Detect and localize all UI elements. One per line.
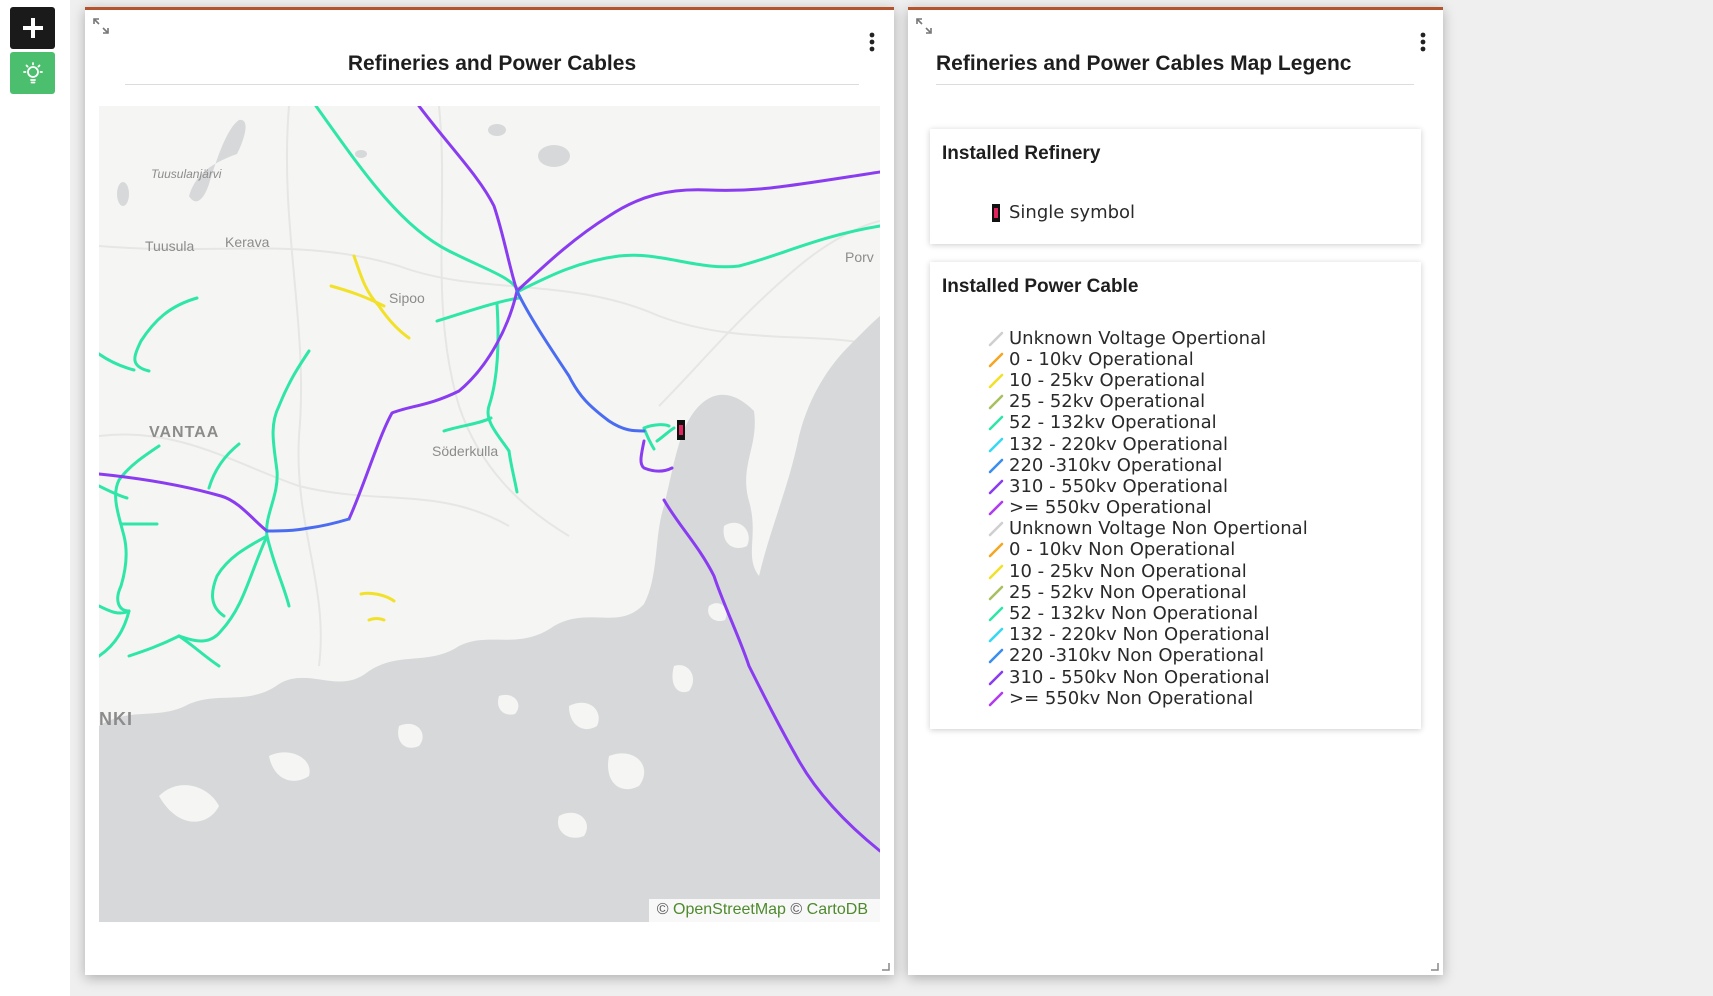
legend-panel: Refineries and Power Cables Map Legenc I… bbox=[908, 7, 1443, 975]
legend-label: 10 - 25kv Non Operational bbox=[1009, 560, 1247, 582]
place-label-vantaa: VANTAA bbox=[149, 424, 219, 441]
legend-item: 0 - 10kv Non Operational bbox=[987, 540, 1308, 561]
legend-item: 310 - 550kv Non Operational bbox=[987, 667, 1308, 688]
legend-label: Unknown Voltage Opertional bbox=[1009, 327, 1267, 349]
place-label-tuusulanjarvi: Tuusulanjärvi bbox=[151, 167, 222, 181]
expand-icon[interactable] bbox=[91, 16, 111, 36]
attribution-prefix: © bbox=[656, 901, 673, 918]
legend-item: 132 - 220kv Non Operational bbox=[987, 625, 1308, 646]
expand-icon[interactable] bbox=[914, 16, 934, 36]
line-symbol-icon bbox=[988, 500, 1004, 516]
line-symbol-icon bbox=[988, 691, 1004, 707]
legend-item: Single symbol bbox=[987, 202, 1135, 223]
legend-item: 25 - 52kv Non Operational bbox=[987, 582, 1308, 603]
place-label-porvoo: Porv bbox=[845, 249, 874, 265]
legend-label: 220 -310kv Operational bbox=[1009, 454, 1223, 476]
legend-item: 0 - 10kv Operational bbox=[987, 349, 1308, 370]
legend-item: 10 - 25kv Non Operational bbox=[987, 561, 1308, 582]
legend-label: >= 550kv Operational bbox=[1009, 497, 1212, 519]
line-symbol-icon bbox=[988, 352, 1004, 368]
cable-legend-card: Installed Power Cable Unknown Voltage Op… bbox=[930, 262, 1421, 729]
legend-label: 10 - 25kv Operational bbox=[1009, 369, 1206, 391]
line-symbol-icon bbox=[988, 627, 1004, 643]
add-widget-button[interactable] bbox=[10, 7, 55, 49]
legend-label: 310 - 550kv Operational bbox=[1009, 475, 1229, 497]
cartodb-link[interactable]: CartoDB bbox=[807, 901, 868, 918]
legend-label: Unknown Voltage Non Opertional bbox=[1009, 518, 1308, 540]
line-symbol-icon bbox=[988, 649, 1004, 664]
legend-label: 25 - 52kv Operational bbox=[1009, 391, 1206, 413]
place-label-tuusula: Tuusula bbox=[145, 238, 195, 254]
legend-item: 310 - 550kv Operational bbox=[987, 476, 1308, 497]
map-attribution: © OpenStreetMap © CartoDB bbox=[648, 899, 880, 922]
line-symbol-icon bbox=[988, 670, 1004, 685]
resize-handle-icon[interactable] bbox=[881, 962, 890, 971]
cable-legend-list: Unknown Voltage Opertional 0 - 10kv Opera… bbox=[987, 328, 1308, 709]
line-symbol-icon bbox=[988, 479, 1004, 495]
line-symbol-icon bbox=[988, 521, 1004, 537]
line-symbol-icon bbox=[988, 437, 1004, 452]
line-symbol-icon bbox=[988, 585, 1004, 601]
refinery-legend-heading: Installed Refinery bbox=[942, 143, 1101, 164]
legend-label: 132 - 220kv Non Operational bbox=[1009, 624, 1270, 646]
left-toolbar bbox=[0, 0, 71, 996]
line-symbol-icon bbox=[988, 606, 1004, 622]
legend-item: 220 -310kv Non Operational bbox=[987, 646, 1308, 667]
legend-item: 10 - 25kv Operational bbox=[987, 370, 1308, 391]
place-label-kerava: Kerava bbox=[225, 234, 270, 250]
kebab-menu-icon[interactable] bbox=[1417, 30, 1429, 54]
line-symbol-icon bbox=[988, 564, 1004, 579]
legend-label: 0 - 10kv Operational bbox=[1009, 348, 1194, 370]
legend-item: 52 - 132kv Non Operational bbox=[987, 603, 1308, 624]
map-view[interactable]: Tuusulanjärvi Tuusula Kerava Sipoo VANTA… bbox=[99, 106, 880, 922]
map-canvas[interactable]: Tuusulanjärvi Tuusula Kerava Sipoo VANTA… bbox=[99, 106, 880, 922]
legend-panel-title: Refineries and Power Cables Map Legenc bbox=[936, 44, 1414, 85]
refinery-legend-card: Installed Refinery Single symbol bbox=[930, 129, 1421, 244]
line-symbol-icon bbox=[988, 331, 1004, 346]
place-label-soderkulla: Söderkulla bbox=[432, 443, 498, 459]
legend-item: Unknown Voltage Non Opertional bbox=[987, 519, 1308, 540]
place-label-helsinki: NKI bbox=[99, 709, 133, 729]
legend-label: 132 - 220kv Operational bbox=[1009, 433, 1229, 455]
kebab-menu-icon[interactable] bbox=[866, 30, 878, 54]
map-panel: Refineries and Power Cables Tuusulanjärv… bbox=[85, 7, 894, 975]
legend-label: 25 - 52kv Non Operational bbox=[1009, 581, 1247, 603]
line-symbol-icon bbox=[988, 416, 1004, 431]
refinery-legend-list: Single symbol bbox=[987, 202, 1135, 223]
theme-toggle-button[interactable] bbox=[10, 52, 55, 94]
legend-item: >= 550kv Operational bbox=[987, 498, 1308, 519]
cable-legend-heading: Installed Power Cable bbox=[942, 276, 1139, 297]
refinery-marker-icon bbox=[992, 203, 1000, 222]
legend-item: >= 550kv Non Operational bbox=[987, 688, 1308, 709]
legend-item: 52 - 132kv Operational bbox=[987, 413, 1308, 434]
legend-label: >= 550kv Non Operational bbox=[1009, 687, 1254, 709]
plus-icon bbox=[22, 18, 43, 38]
map-panel-title: Refineries and Power Cables bbox=[125, 44, 859, 85]
line-symbol-icon bbox=[988, 458, 1004, 474]
line-symbol-icon bbox=[988, 394, 1004, 410]
legend-label: 52 - 132kv Operational bbox=[1009, 412, 1217, 434]
legend-item: 25 - 52kv Operational bbox=[987, 392, 1308, 413]
legend-label: 220 -310kv Non Operational bbox=[1009, 645, 1264, 667]
line-symbol-icon bbox=[988, 373, 1004, 389]
legend-label: 0 - 10kv Non Operational bbox=[1009, 539, 1236, 561]
lightbulb-icon bbox=[22, 62, 43, 84]
legend-item: 220 -310kv Operational bbox=[987, 455, 1308, 476]
attribution-separator: © bbox=[785, 901, 807, 918]
legend-item: 132 - 220kv Operational bbox=[987, 434, 1308, 455]
legend-label: Single symbol bbox=[1009, 201, 1136, 223]
line-symbol-icon bbox=[988, 543, 1004, 558]
refinery-marker-icon[interactable] bbox=[677, 420, 685, 440]
openstreetmap-link[interactable]: OpenStreetMap bbox=[673, 901, 786, 918]
resize-handle-icon[interactable] bbox=[1430, 962, 1439, 971]
place-label-sipoo: Sipoo bbox=[389, 290, 425, 306]
legend-item: Unknown Voltage Opertional bbox=[987, 328, 1308, 349]
legend-label: 52 - 132kv Non Operational bbox=[1009, 603, 1259, 625]
legend-label: 310 - 550kv Non Operational bbox=[1009, 666, 1270, 688]
